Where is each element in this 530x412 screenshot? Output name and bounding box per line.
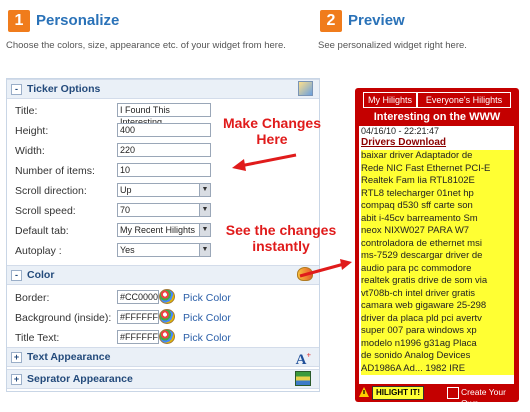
width-label: Width:	[15, 145, 45, 157]
tab-everyones-hilights[interactable]: Everyone's Hilights	[417, 92, 511, 108]
text-line: baixar driver Adaptador de	[361, 150, 514, 163]
title-input[interactable]: I Found This Interesting	[117, 103, 211, 127]
text-line: vt708b-ch intel driver gratis	[361, 287, 514, 300]
scroll-direction-select[interactable]: Up ▼	[117, 183, 211, 197]
expand-toggle[interactable]: +	[11, 373, 22, 385]
text-line: Rede NIC Fast Ethernet PCI-E	[361, 162, 514, 175]
text-line: RTL8 telecharger 01net hp	[361, 187, 514, 200]
text-line: Realtek Fam lia RTL8102E	[361, 175, 514, 188]
default-tab-select[interactable]: My Recent Hilights ▼	[117, 223, 211, 237]
create-your-own-link[interactable]: Create Your Own	[461, 387, 519, 409]
highlighted-text: baixar driver Adaptador de Rede NIC Fast…	[359, 150, 514, 375]
text-line: de sonido Analog Devices	[361, 350, 514, 363]
document-icon	[447, 387, 459, 399]
default-tab-value: My Recent Hilights	[120, 225, 196, 235]
chevron-down-icon[interactable]: ▼	[199, 204, 210, 216]
scroll-direction-value: Up	[120, 185, 132, 195]
text-line: abit i-45cv barreamento Sm	[361, 212, 514, 225]
border-label: Border:	[15, 292, 50, 304]
title-label: Title:	[15, 105, 38, 117]
timestamp: 04/16/10 - 22:21:47	[361, 126, 440, 136]
color-header[interactable]: - Color	[7, 265, 319, 285]
collapse-toggle[interactable]: -	[11, 83, 22, 95]
text-line: neox NIXW027 PARA W7	[361, 225, 514, 238]
left-arrow-icon	[232, 153, 297, 171]
step-1-number: 1	[8, 10, 30, 32]
width-input[interactable]: 220	[117, 143, 211, 157]
right-arrow-icon	[299, 259, 352, 278]
palette-icon[interactable]	[159, 289, 175, 304]
chevron-down-icon[interactable]: ▼	[199, 224, 210, 236]
expand-toggle[interactable]: +	[11, 351, 22, 363]
callout-line: See the changes	[225, 222, 337, 238]
text-line: modelo n1996 g31ag Placa	[361, 337, 514, 350]
text-line: camara web gigaware 25-298	[361, 300, 514, 313]
callout-line: instantly	[252, 238, 310, 254]
widget-header: Interesting on the WWW	[373, 111, 501, 123]
autoplay-select[interactable]: Yes ▼	[117, 243, 211, 257]
text-line: super 007 para windows xp	[361, 325, 514, 338]
text-line: ms-7529 descargar driver de	[361, 250, 514, 263]
personalize-title: Personalize	[36, 12, 120, 29]
font-icon: A+	[295, 351, 311, 368]
text-line: compaq d530 sff carte son	[361, 200, 514, 213]
autoplay-label: Autoplay :	[15, 245, 62, 257]
text-line: realtek gratis drive de som via	[361, 275, 514, 288]
warning-icon	[359, 387, 369, 397]
collapse-toggle[interactable]: -	[11, 269, 22, 281]
preview-title: Preview	[348, 12, 405, 29]
scroll-speed-select[interactable]: 70 ▼	[117, 203, 211, 217]
article-link[interactable]: Drivers Download	[359, 137, 514, 149]
callout-line: Here	[256, 131, 288, 147]
widget-preview: My Hilights Everyone's Hilights Interest…	[355, 88, 519, 408]
pick-color-link[interactable]: Pick Color	[183, 292, 231, 304]
callout-line: Make Changes	[222, 115, 322, 131]
default-tab-label: Default tab:	[15, 225, 69, 237]
text-line: controladora de ethernet msi	[361, 237, 514, 250]
step-2-number: 2	[320, 10, 342, 32]
height-label: Height:	[15, 125, 49, 137]
items-input[interactable]: 10	[117, 163, 211, 177]
see-changes-callout: See the changes instantly	[218, 222, 344, 254]
title-text-label: Title Text:	[15, 332, 60, 344]
scroll-direction-label: Scroll direction:	[15, 185, 87, 197]
separator-appearance-title: Seprator Appearance	[27, 373, 133, 385]
text-appearance-header[interactable]: + Text Appearance	[7, 347, 319, 367]
make-changes-callout: Make Changes Here	[222, 115, 322, 147]
text-line: driver da placa pld pci avertv	[361, 312, 514, 325]
text-appearance-title: Text Appearance	[27, 351, 111, 363]
ticker-options-header[interactable]: - Ticker Options	[7, 79, 319, 99]
background-label: Background (inside):	[15, 312, 112, 324]
autoplay-value: Yes	[120, 245, 135, 255]
palette-icon[interactable]	[159, 329, 175, 344]
pick-color-link[interactable]: Pick Color	[183, 312, 231, 324]
widget-body: 04/16/10 - 22:21:47 Drivers Download bai…	[359, 126, 514, 384]
separator-appearance-header[interactable]: + Seprator Appearance	[7, 369, 319, 389]
items-label: Number of items:	[15, 165, 95, 177]
title-text-color-input[interactable]: #FFFFFF	[117, 330, 159, 344]
settings-icon[interactable]	[298, 81, 313, 96]
hilight-it-button[interactable]: HILIGHT IT!	[372, 386, 424, 400]
palette-icon[interactable]	[159, 309, 175, 324]
chevron-down-icon[interactable]: ▼	[199, 184, 210, 196]
text-line: audio para pc commodore	[361, 262, 514, 275]
personalize-description: Choose the colors, size, appearance etc.…	[6, 40, 286, 51]
color-title: Color	[27, 269, 55, 281]
border-color-input[interactable]: #CC0000	[117, 290, 159, 304]
books-icon	[295, 371, 311, 386]
chevron-down-icon[interactable]: ▼	[199, 244, 210, 256]
height-input[interactable]: 400	[117, 123, 211, 137]
preview-description: See personalized widget right here.	[318, 40, 467, 51]
scroll-speed-label: Scroll speed:	[15, 205, 76, 217]
background-color-input[interactable]: #FFFFFF	[117, 310, 159, 324]
pick-color-link[interactable]: Pick Color	[183, 332, 231, 344]
text-line: AD1986A Ad... 1982 IRE	[361, 362, 514, 375]
tab-my-hilights[interactable]: My Hilights	[363, 92, 417, 108]
ticker-options-title: Ticker Options	[27, 83, 101, 95]
scroll-speed-value: 70	[120, 205, 131, 215]
